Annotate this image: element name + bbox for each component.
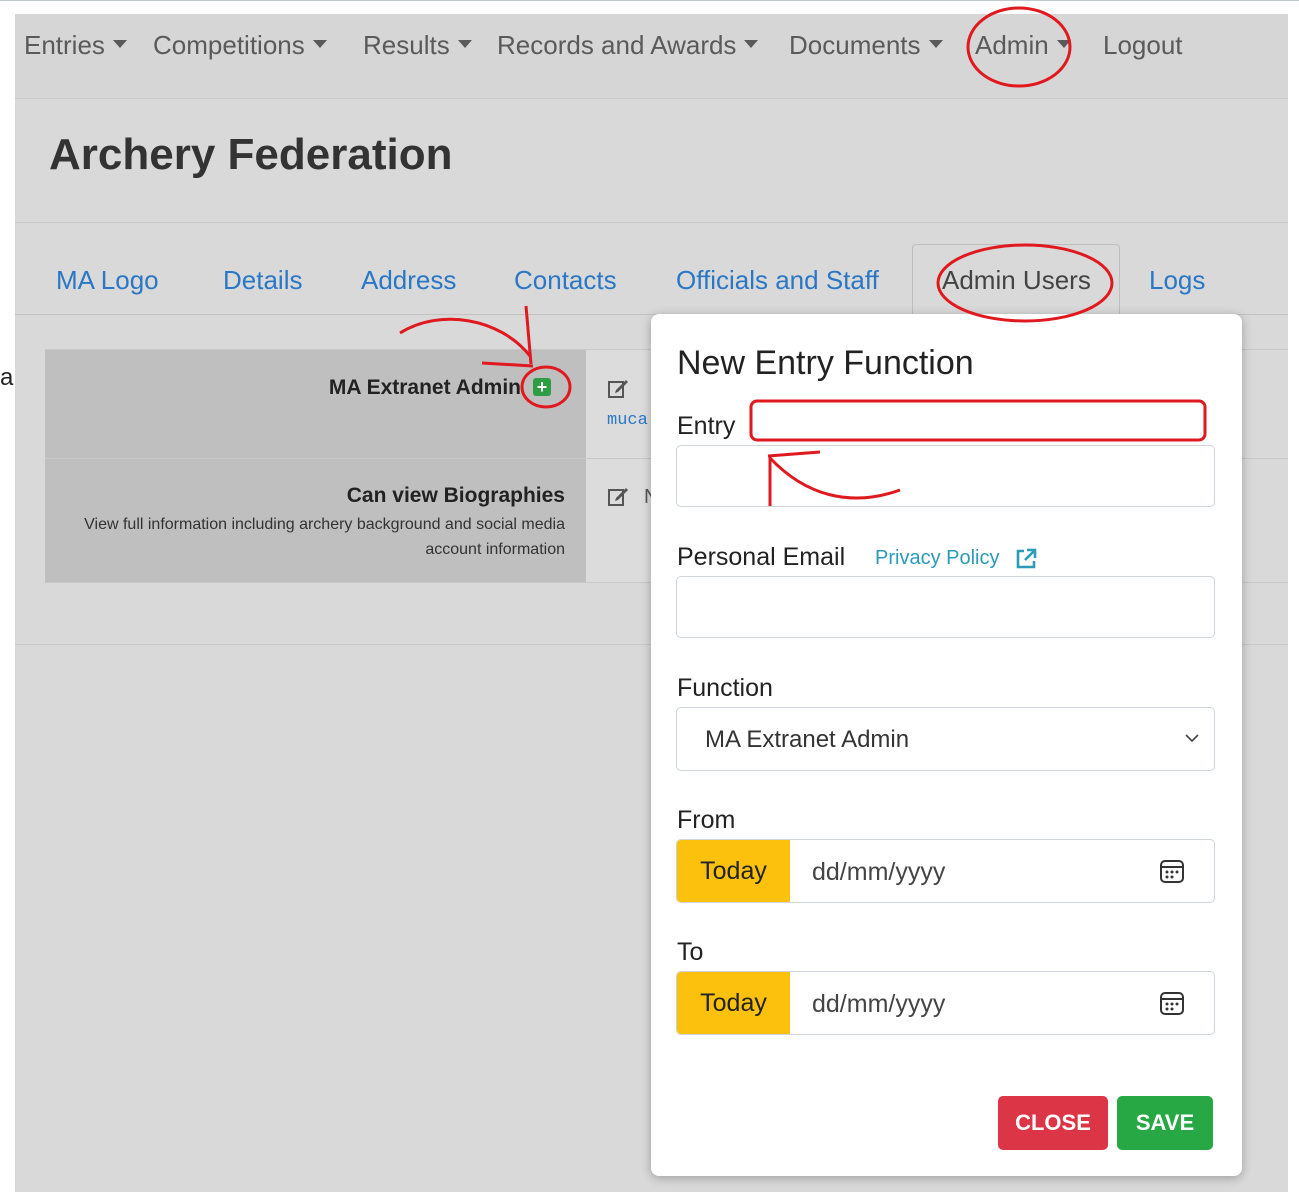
caret-down-icon	[112, 40, 127, 49]
tab-details[interactable]: Details	[223, 265, 302, 296]
page-title: Archery Federation	[49, 130, 453, 179]
tab-officials-and-staff[interactable]: Officials and Staff	[676, 265, 879, 296]
caret-down-icon	[744, 40, 759, 49]
calendar-icon[interactable]	[1158, 857, 1186, 885]
calendar-icon[interactable]	[1158, 989, 1186, 1017]
from-date-group: Today dd/mm/yyyy	[676, 839, 1215, 903]
table-cell	[586, 459, 656, 582]
caret-down-icon	[928, 40, 943, 49]
function-name: Can view Biographies	[346, 484, 565, 507]
table-row: MA Extranet Admin	[45, 350, 586, 458]
entry-input[interactable]	[676, 445, 1215, 507]
modal-title: New Entry Function	[677, 344, 974, 382]
top-border	[0, 0, 1299, 1]
function-selected-value: MA Extranet Admin	[705, 726, 910, 753]
function-name: MA Extranet Admin	[328, 376, 521, 399]
chevron-down-icon	[1185, 734, 1199, 743]
tab-ma-logo[interactable]: MA Logo	[56, 265, 159, 296]
navbar: Entries Competitions Results Records and…	[15, 14, 1288, 99]
nav-competitions[interactable]: Competitions	[153, 30, 327, 61]
nav-results[interactable]: Results	[363, 30, 472, 61]
to-today-button[interactable]: Today	[677, 972, 790, 1034]
plus-icon: +	[536, 377, 548, 397]
table-row: Can view Biographies View full informati…	[45, 459, 586, 582]
caret-down-icon	[457, 40, 472, 49]
personal-email-label: Personal Email	[677, 543, 846, 571]
function-label: Function	[677, 674, 773, 702]
close-button[interactable]: CLOSE	[998, 1096, 1108, 1150]
personal-email-input[interactable]	[676, 576, 1215, 638]
to-date-input[interactable]: dd/mm/yyyy	[812, 990, 945, 1019]
add-entry-button[interactable]: +	[533, 378, 551, 396]
save-button[interactable]: SAVE	[1117, 1096, 1213, 1150]
to-date-group: Today dd/mm/yyyy	[676, 971, 1215, 1035]
caret-down-icon	[312, 40, 327, 49]
nav-logout[interactable]: Logout	[1103, 30, 1183, 61]
tab-address[interactable]: Address	[361, 265, 456, 296]
tab-contacts[interactable]: Contacts	[514, 265, 617, 296]
caret-down-icon	[1056, 40, 1071, 49]
user-value[interactable]: muca	[607, 411, 648, 430]
tab-logs[interactable]: Logs	[1149, 265, 1205, 296]
divider	[15, 222, 1288, 223]
to-label: To	[677, 938, 704, 966]
from-date-input[interactable]: dd/mm/yyyy	[812, 858, 945, 887]
from-label: From	[677, 806, 736, 834]
tab-admin-users[interactable]: Admin Users	[942, 265, 1091, 296]
privacy-policy-link[interactable]: Privacy Policy	[875, 547, 999, 570]
from-today-button[interactable]: Today	[677, 840, 790, 902]
left-text-fragment: a	[0, 364, 14, 391]
external-link-icon[interactable]	[1014, 547, 1038, 571]
new-entry-function-modal: New Entry Function Entry Personal Email …	[651, 314, 1242, 1176]
nav-admin[interactable]: Admin	[975, 30, 1071, 61]
nav-records-and-awards[interactable]: Records and Awards	[497, 30, 759, 61]
function-select[interactable]: MA Extranet Admin	[676, 707, 1215, 771]
function-description: View full information including archery …	[84, 516, 565, 558]
entry-label: Entry	[677, 412, 736, 440]
edit-icon[interactable]	[606, 376, 630, 400]
nav-entries[interactable]: Entries	[24, 30, 127, 61]
nav-documents[interactable]: Documents	[789, 30, 943, 61]
table-cell	[586, 350, 656, 458]
edit-icon[interactable]	[606, 484, 630, 508]
